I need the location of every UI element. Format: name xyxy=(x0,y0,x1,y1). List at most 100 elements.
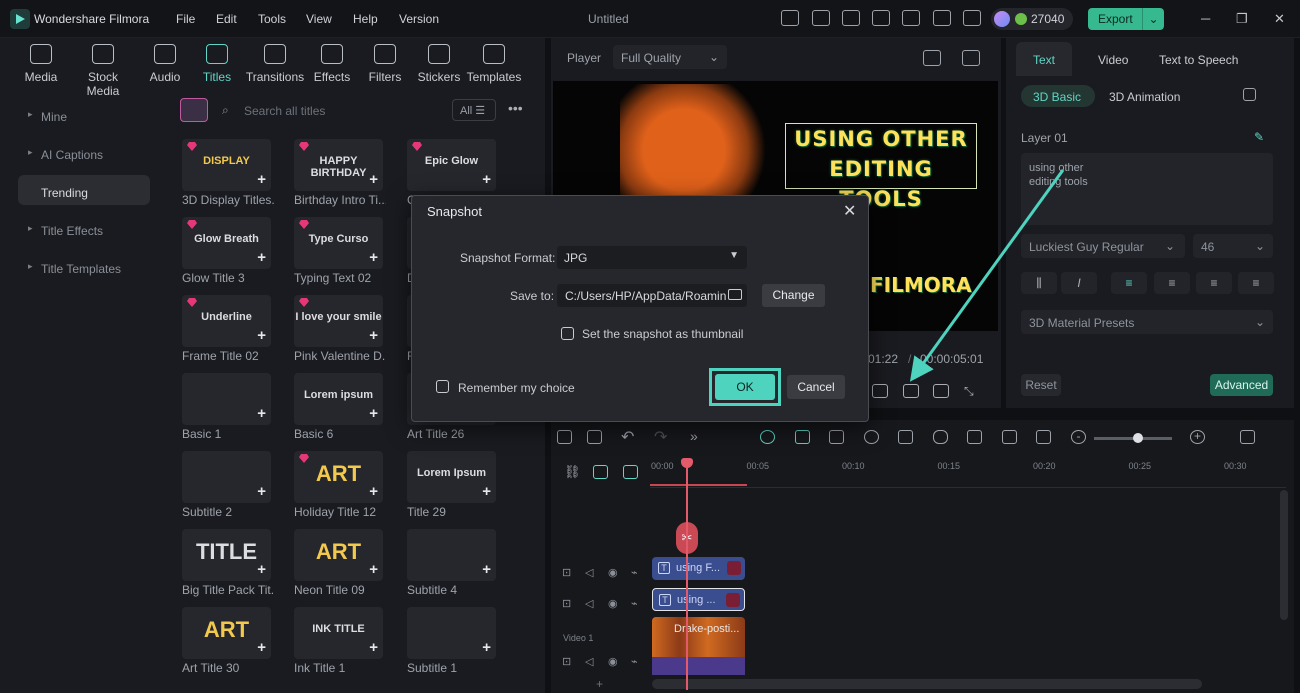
title-card[interactable]: INK TITLE + xyxy=(294,607,383,659)
lock-icon[interactable]: ⊡ xyxy=(562,566,571,579)
title-card[interactable]: Epic Glow + xyxy=(407,139,496,191)
add-icon[interactable]: + xyxy=(257,327,266,344)
tab-transitions[interactable]: Transitions xyxy=(244,44,306,84)
chevron-down-icon[interactable]: ⌄ xyxy=(1142,8,1164,30)
video-clip[interactable]: Drake-posti... xyxy=(652,617,745,675)
title-card[interactable]: Glow Breath + xyxy=(182,217,271,269)
ai-tool-icon[interactable] xyxy=(760,430,775,444)
title-card[interactable]: Lorem Ipsum + xyxy=(407,451,496,503)
menu-version[interactable]: Version xyxy=(399,12,439,26)
tab-titles[interactable]: Titles xyxy=(186,44,248,84)
minimize-icon[interactable]: ─ xyxy=(1201,11,1210,26)
remember-choice-checkbox[interactable] xyxy=(436,380,449,393)
add-icon[interactable]: + xyxy=(482,561,491,578)
eye-icon[interactable]: ◉ xyxy=(608,566,618,579)
title-text-input[interactable]: using other editing tools xyxy=(1021,153,1273,225)
sidebar-item-mine[interactable]: Mine xyxy=(18,99,150,129)
hide-icon[interactable]: ⌁ xyxy=(631,566,638,579)
align-right-icon[interactable]: ≡ xyxy=(1196,272,1232,294)
eye-icon[interactable]: ◉ xyxy=(608,597,618,610)
eye-icon[interactable]: ◉ xyxy=(608,655,618,668)
search-input[interactable]: ⌕ Search all titles xyxy=(212,97,444,123)
volume-icon[interactable] xyxy=(933,384,949,398)
tab-media[interactable]: Media xyxy=(10,44,72,84)
advanced-button[interactable]: Advanced xyxy=(1210,374,1273,396)
zoom-out-icon[interactable]: - xyxy=(1071,430,1086,444)
align-center-icon[interactable]: ≡ xyxy=(1154,272,1190,294)
reset-button[interactable]: Reset xyxy=(1021,374,1061,396)
auto-sync-icon[interactable] xyxy=(795,430,810,444)
align-left-icon[interactable]: ≡ xyxy=(1111,272,1147,294)
save-icon[interactable] xyxy=(872,10,890,26)
material-presets-dropdown[interactable]: 3D Material Presets ⌄ xyxy=(1021,310,1273,334)
add-icon[interactable]: + xyxy=(257,483,266,500)
ai-edit-icon[interactable]: ✎ xyxy=(1254,130,1264,144)
save-preset-icon[interactable] xyxy=(1243,88,1256,101)
add-icon[interactable]: + xyxy=(369,639,378,656)
layout-icon[interactable] xyxy=(842,10,860,26)
menu-view[interactable]: View xyxy=(306,12,332,26)
timeline-grid-icon[interactable] xyxy=(1240,430,1255,444)
sidebar-item-ai-captions[interactable]: AI Captions xyxy=(18,137,150,167)
report-icon[interactable] xyxy=(812,10,830,26)
title-card[interactable]: I love your smile + xyxy=(294,295,383,347)
speaker-icon[interactable]: ◁ xyxy=(585,597,593,610)
tab-stickers[interactable]: Stickers xyxy=(408,44,470,84)
timeline-horizontal-scrollbar[interactable] xyxy=(652,679,1202,689)
title-card[interactable]: + xyxy=(182,373,271,425)
export-button[interactable]: Export ⌄ xyxy=(1088,8,1164,30)
undo-icon[interactable]: ↶ xyxy=(621,427,636,446)
grid-icon[interactable] xyxy=(963,10,981,26)
sidebar-item-title-templates[interactable]: Title Templates xyxy=(18,251,150,281)
tab-text[interactable]: Text xyxy=(1033,53,1055,67)
screenshot-icon[interactable] xyxy=(829,430,844,444)
support-icon[interactable] xyxy=(933,10,951,26)
play-icon[interactable] xyxy=(864,430,879,444)
add-icon[interactable]: + xyxy=(257,171,266,188)
title-card[interactable]: + xyxy=(182,451,271,503)
track-settings-icon[interactable] xyxy=(1002,430,1017,444)
zoom-slider-handle[interactable] xyxy=(1133,433,1143,443)
more-tools-icon[interactable]: » xyxy=(690,428,705,444)
speaker-icon[interactable]: ◁ xyxy=(585,655,593,668)
menu-tools[interactable]: Tools xyxy=(258,12,286,26)
mic-icon[interactable] xyxy=(933,430,948,444)
snapshot-format-dropdown[interactable]: JPG ▼ xyxy=(557,246,747,269)
title-clip-2[interactable]: Tusing ... xyxy=(652,588,745,611)
lock-icon[interactable]: ⊡ xyxy=(562,597,571,610)
font-dropdown[interactable]: Luckiest Guy Regular ⌄ xyxy=(1021,234,1185,258)
title-card[interactable]: ART + xyxy=(294,451,383,503)
sidebar-item-trending[interactable]: Trending xyxy=(18,175,150,205)
add-icon[interactable]: + xyxy=(369,171,378,188)
add-icon[interactable]: + xyxy=(369,405,378,422)
preview-title-text[interactable]: USING OTHER EDITING TOOLS xyxy=(785,123,977,211)
tab-video[interactable]: Video xyxy=(1098,53,1128,67)
save-path-field[interactable]: C:/Users/HP/AppData/Roamin xyxy=(557,284,747,307)
add-track-plus-icon[interactable]: + xyxy=(596,677,603,691)
tab-stock-media[interactable]: Stock Media xyxy=(72,44,134,98)
subtab-3d-basic[interactable]: 3D Basic xyxy=(1021,85,1095,107)
fullscreen-icon[interactable]: ⤡ xyxy=(964,384,980,398)
layout-grid-icon[interactable] xyxy=(557,430,572,444)
all-filter-dropdown[interactable]: All ☰ xyxy=(452,99,496,121)
tab-templates[interactable]: Templates xyxy=(463,44,525,84)
subtab-3d-animation[interactable]: 3D Animation xyxy=(1109,90,1180,104)
speaker-icon[interactable]: ◁ xyxy=(585,566,593,579)
title-card[interactable]: DISPLAY + xyxy=(182,139,271,191)
add-icon[interactable]: + xyxy=(257,249,266,266)
add-icon[interactable]: + xyxy=(369,561,378,578)
shield-icon[interactable] xyxy=(898,430,913,444)
fit-icon[interactable] xyxy=(1036,430,1051,444)
lock-icon[interactable]: ⊡ xyxy=(562,655,571,668)
display-icon[interactable] xyxy=(872,384,888,398)
voiceover-icon[interactable] xyxy=(967,430,982,444)
playhead[interactable] xyxy=(681,458,693,690)
sidebar-item-title-effects[interactable]: Title Effects xyxy=(18,213,150,243)
grid-view-icon[interactable] xyxy=(923,50,941,66)
menu-file[interactable]: File xyxy=(176,12,195,26)
folder-icon[interactable] xyxy=(728,289,742,300)
menu-help[interactable]: Help xyxy=(353,12,378,26)
cloud-icon[interactable] xyxy=(902,10,920,26)
title-card[interactable]: ART + xyxy=(294,529,383,581)
add-icon[interactable]: + xyxy=(482,639,491,656)
